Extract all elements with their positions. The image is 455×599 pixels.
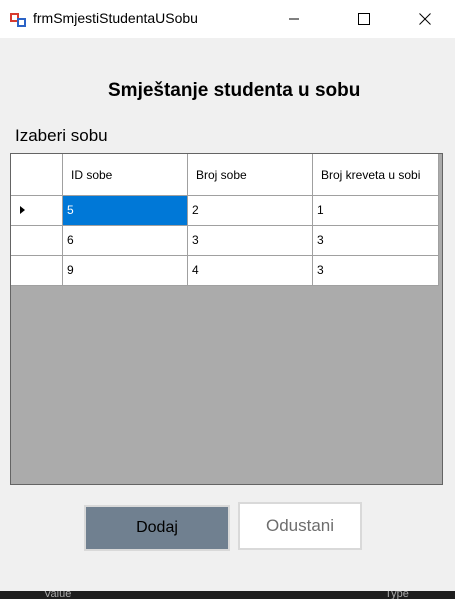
row-header[interactable] (11, 256, 63, 286)
maximize-icon (358, 13, 370, 25)
column-header-broj-kreveta[interactable]: Broj kreveta u sobi (313, 154, 439, 196)
minimize-button[interactable] (271, 0, 317, 38)
table-cell[interactable]: 3 (313, 226, 439, 256)
background-column-label: Type (385, 591, 409, 599)
table-cell[interactable]: 5 (63, 196, 188, 226)
column-header-id-sobe[interactable]: ID sobe (63, 154, 188, 196)
add-button[interactable]: Dodaj (84, 505, 230, 551)
table-cell[interactable]: 1 (313, 196, 439, 226)
rooms-grid[interactable]: ID sobe Broj sobe Broj kreveta u sobi 5 … (10, 153, 443, 485)
table-cell[interactable]: 9 (63, 256, 188, 286)
grid-corner-header[interactable] (11, 154, 63, 196)
window-title: frmSmjestiStudentaUSobu (33, 10, 198, 26)
minimize-icon (289, 18, 299, 20)
table-cell[interactable]: 4 (188, 256, 313, 286)
close-icon (419, 13, 431, 25)
current-row-arrow-icon (20, 206, 25, 214)
row-header[interactable] (11, 196, 63, 226)
background-window-strip: Value Type (0, 591, 455, 599)
column-header-label: Broj sobe (196, 167, 247, 182)
column-header-label: Broj kreveta u sobi (321, 167, 421, 182)
title-bar: frmSmjestiStudentaUSobu (0, 0, 455, 38)
maximize-button[interactable] (341, 0, 387, 38)
row-header[interactable] (11, 226, 63, 256)
table-cell[interactable]: 3 (313, 256, 439, 286)
app-icon (10, 13, 26, 27)
cancel-button[interactable]: Odustani (238, 502, 362, 550)
table-cell[interactable]: 2 (188, 196, 313, 226)
table-cell[interactable]: 3 (188, 226, 313, 256)
column-header-label: ID sobe (71, 167, 113, 182)
form-heading: Smještanje studenta u sobu (108, 80, 361, 101)
close-button[interactable] (402, 0, 448, 38)
column-header-broj-sobe[interactable]: Broj sobe (188, 154, 313, 196)
table-cell[interactable]: 6 (63, 226, 188, 256)
choose-room-label: Izaberi sobu (15, 126, 108, 145)
background-column-label: Value (44, 591, 72, 599)
